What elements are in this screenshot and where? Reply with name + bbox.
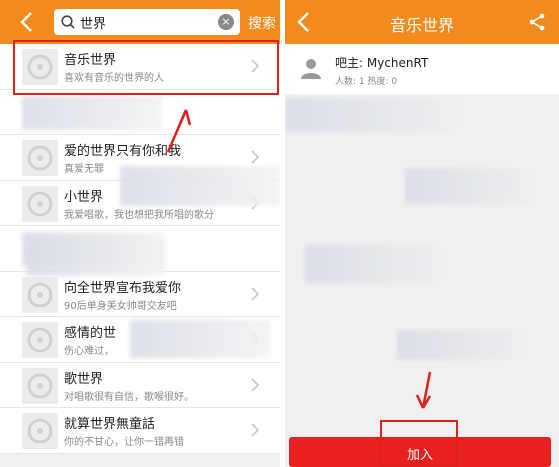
group-name: 感情的世	[64, 326, 117, 341]
owner-info: 吧主: MychenRT 人数: 1 热度: 0	[285, 44, 559, 94]
clear-icon[interactable]: ×	[218, 14, 234, 30]
result-row[interactable]	[0, 89, 280, 135]
group-description: 你的不甘心，让你一错再错	[64, 437, 184, 448]
owner-label: 吧主: MychenRT	[335, 56, 429, 70]
group-description: 伤心难过，	[64, 346, 114, 357]
group-description: 真爱无罪	[64, 164, 104, 175]
blurred-content	[397, 330, 547, 360]
group-description: 90后单身美女帅哥交友吧	[64, 300, 177, 312]
chevron-right-icon	[250, 377, 260, 393]
blurred-content	[22, 95, 162, 130]
group-avatar	[22, 413, 58, 449]
search-box[interactable]: ×	[54, 9, 240, 35]
highlight-box-join	[380, 420, 458, 467]
detail-header: 音乐世界	[285, 0, 559, 44]
search-input[interactable]	[80, 12, 210, 32]
group-name: 就算世界無童話	[64, 417, 156, 432]
chevron-right-icon	[250, 422, 260, 438]
page-title: 音乐世界	[389, 16, 454, 35]
chevron-right-icon	[250, 286, 260, 302]
group-detail-screen: 音乐世界 吧主: MychenRT 人数: 1 热度: 0 加入	[285, 0, 559, 467]
search-header: × 搜索	[0, 0, 280, 44]
group-name: 歌世界	[64, 371, 104, 387]
back-icon[interactable]	[16, 10, 40, 34]
highlight-box-first-result	[13, 40, 279, 95]
group-description: 我爱唱歌，我也想把我所唱的歌分	[64, 209, 214, 221]
chevron-right-icon	[250, 149, 260, 165]
group-avatar	[22, 367, 58, 404]
group-avatar	[22, 140, 58, 176]
group-stats: 人数: 1 热度: 0	[335, 77, 398, 87]
blurred-content	[305, 245, 465, 283]
group-avatar	[22, 276, 58, 313]
group-avatar	[22, 322, 58, 358]
group-description: 对唱歌很有自信，歌喉很好。	[64, 391, 194, 403]
group-name: 爱的世界只有你和我	[64, 144, 182, 159]
result-row[interactable]: 歌世界对唱歌很有自信，歌喉很好。	[0, 362, 280, 408]
share-icon[interactable]	[527, 12, 547, 32]
result-row[interactable]: 向全世界宣布我爱你 90后单身美女帅哥交友吧	[0, 271, 280, 317]
search-button[interactable]: 搜索	[248, 13, 276, 33]
blurred-content	[285, 98, 485, 132]
result-row[interactable]: 就算世界無童話你的不甘心，让你一错再错	[0, 408, 280, 454]
person-icon	[299, 56, 323, 80]
group-name: 向全世界宣布我爱你	[64, 280, 182, 296]
blurred-content	[120, 166, 280, 206]
group-avatar	[22, 185, 58, 222]
search-icon	[60, 14, 76, 30]
blurred-content	[130, 320, 270, 358]
blurred-content	[26, 236, 166, 276]
search-results-screen: × 搜索 音乐世界喜欢有音乐的世界的人爱的世界只有你和我真爱无罪小世界我爱唱歌，…	[0, 0, 280, 467]
group-name: 小世界	[64, 189, 104, 205]
blurred-content	[405, 168, 555, 204]
